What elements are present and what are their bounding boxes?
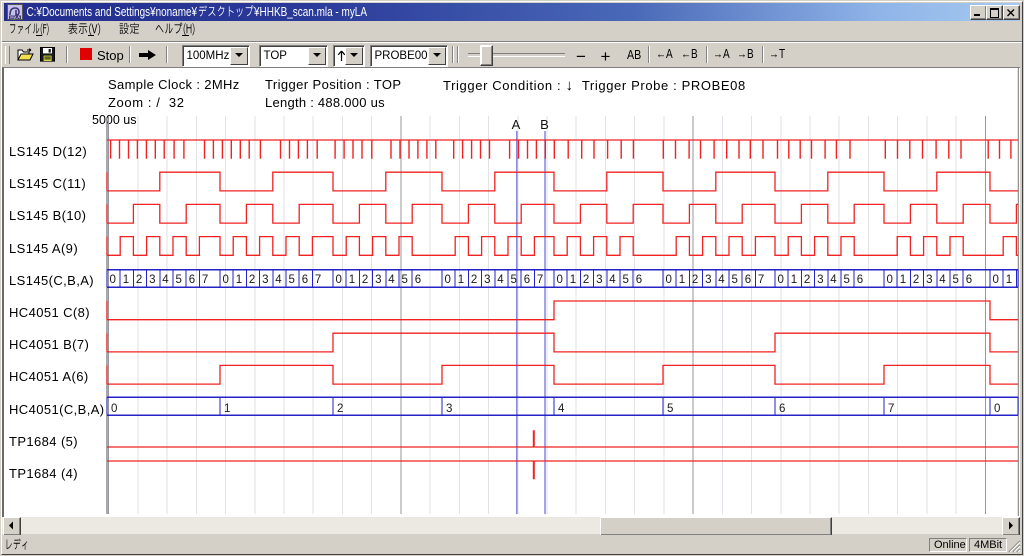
svg-text:6: 6 [189, 274, 195, 286]
svg-text:A: A [512, 117, 521, 132]
svg-text:4: 4 [275, 274, 282, 286]
svg-text:0: 0 [666, 274, 672, 286]
svg-text:0: 0 [336, 274, 342, 286]
svg-text:6: 6 [636, 274, 642, 286]
svg-text:7: 7 [202, 274, 208, 286]
svg-text:4: 4 [830, 274, 837, 286]
svg-text:1: 1 [224, 403, 230, 415]
svg-text:3: 3 [446, 403, 452, 415]
svg-text:2: 2 [692, 274, 698, 286]
svg-text:4: 4 [558, 403, 565, 415]
svg-text:0: 0 [778, 274, 784, 286]
svg-text:3: 3 [484, 274, 490, 286]
svg-text:0: 0 [557, 274, 563, 286]
svg-text:2: 2 [136, 274, 142, 286]
svg-text:5: 5 [623, 274, 629, 286]
svg-text:6: 6 [779, 403, 785, 415]
svg-text:5: 5 [511, 274, 517, 286]
svg-text:3: 3 [375, 274, 381, 286]
svg-text:4: 4 [497, 274, 504, 286]
svg-text:1: 1 [900, 274, 906, 286]
svg-text:0: 0 [993, 274, 999, 286]
svg-text:5: 5 [732, 274, 738, 286]
svg-text:6: 6 [415, 274, 421, 286]
svg-text:5: 5 [176, 274, 182, 286]
svg-text:7: 7 [315, 274, 321, 286]
svg-text:3: 3 [262, 274, 268, 286]
svg-text:0: 0 [445, 274, 451, 286]
svg-text:1: 1 [458, 274, 464, 286]
svg-text:5: 5 [667, 403, 673, 415]
svg-text:6: 6 [524, 274, 530, 286]
svg-text:3: 3 [926, 274, 932, 286]
svg-text:1: 1 [570, 274, 576, 286]
svg-text:1: 1 [679, 274, 685, 286]
svg-text:2: 2 [362, 274, 368, 286]
svg-text:5: 5 [289, 274, 295, 286]
svg-text:5: 5 [844, 274, 850, 286]
svg-text:4: 4 [609, 274, 616, 286]
svg-text:6: 6 [966, 274, 972, 286]
svg-text:4: 4 [388, 274, 395, 286]
svg-text:3: 3 [705, 274, 711, 286]
svg-text:5: 5 [402, 274, 408, 286]
svg-text:7: 7 [758, 274, 764, 286]
svg-text:6: 6 [745, 274, 751, 286]
svg-text:0: 0 [111, 403, 117, 415]
svg-text:4: 4 [718, 274, 725, 286]
svg-text:2: 2 [913, 274, 919, 286]
svg-text:2: 2 [249, 274, 255, 286]
svg-text:0: 0 [994, 403, 1000, 415]
svg-text:1: 1 [1006, 274, 1012, 286]
svg-text:6: 6 [302, 274, 308, 286]
svg-text:4: 4 [162, 274, 169, 286]
svg-text:2: 2 [337, 403, 343, 415]
svg-text:2: 2 [804, 274, 810, 286]
svg-text:1: 1 [123, 274, 129, 286]
svg-text:3: 3 [596, 274, 602, 286]
svg-text:2: 2 [471, 274, 477, 286]
svg-text:0: 0 [223, 274, 229, 286]
svg-text:6: 6 [857, 274, 863, 286]
svg-text:3: 3 [149, 274, 155, 286]
svg-text:0: 0 [887, 274, 893, 286]
svg-text:7: 7 [888, 403, 894, 415]
svg-text:1: 1 [349, 274, 355, 286]
svg-text:B: B [540, 117, 549, 132]
svg-text:4: 4 [939, 274, 946, 286]
svg-text:1: 1 [236, 274, 242, 286]
svg-text:7: 7 [537, 274, 543, 286]
svg-text:0: 0 [110, 274, 116, 286]
svg-text:5: 5 [953, 274, 959, 286]
svg-text:2: 2 [583, 274, 589, 286]
svg-text:1: 1 [791, 274, 797, 286]
svg-text:3: 3 [817, 274, 823, 286]
